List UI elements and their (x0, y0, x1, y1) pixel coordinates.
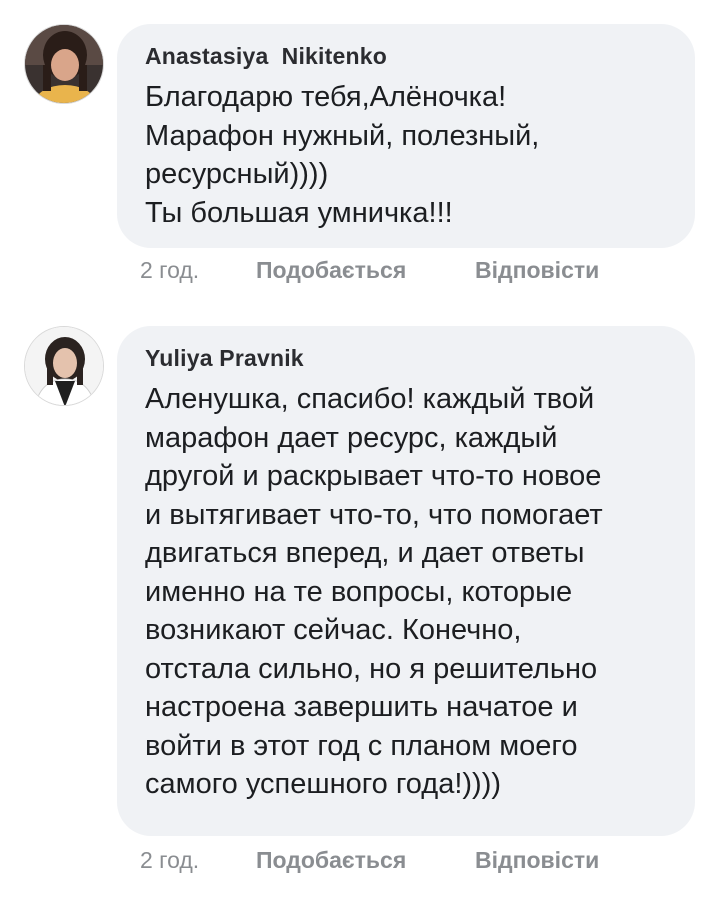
author-avatar[interactable] (24, 326, 104, 406)
comment-line: марафон дает ресурс, каждый (145, 421, 558, 454)
comment-line: другой и раскрывает что-то новое (145, 460, 602, 492)
comment-actions: 2 год. Подобається Відповісти (0, 845, 720, 875)
comment-line: двигаться вперед, и дает ответы (145, 537, 585, 569)
timestamp[interactable]: 2 год. (140, 845, 199, 875)
author-name[interactable]: Yuliya Pravnik (145, 344, 671, 372)
comment-line: возникают сейчас. Конечно, (145, 614, 522, 646)
comment-line: Аленушка, спасибо! каждый твой (145, 383, 595, 415)
comment-line: настроена завершить начатое и (145, 691, 578, 723)
comment-line: и вытягивает что-то, что помогает (145, 498, 603, 531)
comment-line: войти в этот год с планом моего (145, 729, 578, 762)
comment-text: Аленушка, спасибо! каждый твой марафон д… (145, 380, 671, 804)
comment-line: самого успешного года!)))) (145, 768, 502, 800)
comment-line: именно на те вопросы, которые (145, 575, 573, 608)
comment-line: отстала сильно, но я решительно (145, 652, 598, 685)
comment-2: Yuliya Pravnik Аленушка, спасибо! каждый… (0, 0, 720, 899)
user-photo-icon (25, 327, 103, 405)
reply-button[interactable]: Відповісти (475, 845, 599, 875)
like-button[interactable]: Подобається (256, 845, 406, 875)
comment-bubble: Yuliya Pravnik Аленушка, спасибо! каждый… (117, 326, 695, 836)
